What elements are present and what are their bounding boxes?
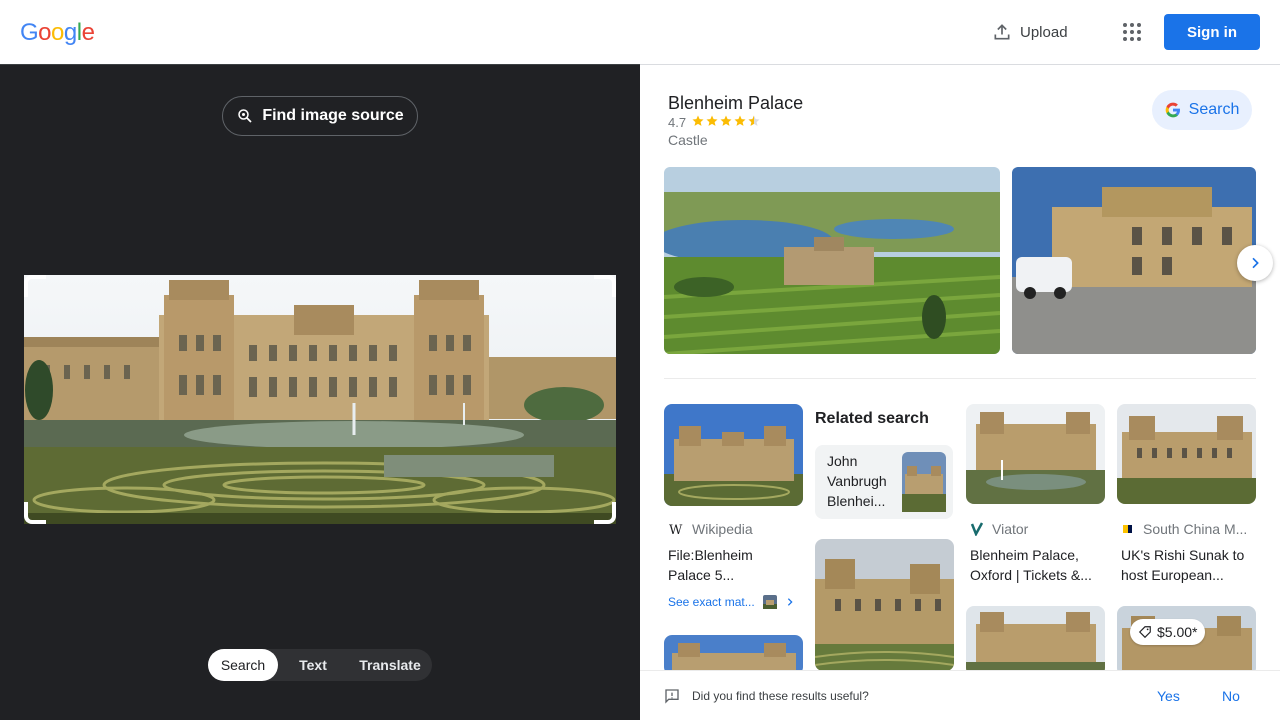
knowledge-panel-image[interactable] [664,167,1000,354]
knowledge-panel-image[interactable] [1012,167,1256,354]
crop-handle-bottom-left[interactable] [24,502,46,524]
logo-letter: g [63,19,77,46]
rating-value: 4.7 [668,115,687,130]
rating-stars [692,115,760,130]
result-source-name: South China M... [1143,521,1248,537]
logo-letter: o [38,19,52,46]
lens-search-icon [238,109,252,123]
price-badge: $5.00* [1130,619,1206,645]
upload-label: Upload [1020,23,1068,41]
knowledge-panel-search-label: Search [1188,101,1240,118]
logo-letter: G [20,19,39,46]
sign-in-button[interactable]: Sign in [1164,14,1260,50]
svg-text:W: W [669,523,683,537]
feedback-yes-button[interactable]: Yes [1157,688,1180,704]
header: G o o g l e Upload Sign in [0,0,1280,64]
feedback-no-button[interactable]: No [1222,688,1240,704]
crop-handle-top-right[interactable] [594,275,616,297]
result-source: Viator [970,521,1028,537]
see-exact-matches-link[interactable]: See exact mat... [668,595,795,609]
result-thumbnail[interactable] [664,635,803,675]
feedback-question-text: Did you find these results useful? [692,689,869,703]
result-source: South China M... [1121,521,1247,537]
knowledge-panel-search-button[interactable]: Search [1152,90,1252,130]
related-search-thumbnail [902,452,946,512]
knowledge-panel-type: Castle [668,132,708,148]
related-search-label: John Vanbrugh Blenhei... [827,453,887,509]
scmp-icon [1123,525,1132,533]
price-tag-icon [1138,626,1151,639]
result-source-name: Wikipedia [692,521,753,537]
feedback-question: Did you find these results useful? [664,688,869,704]
carousel-next-button[interactable] [1237,245,1273,281]
feedback-icon [665,689,679,704]
price-label: $5.00* [1157,624,1198,640]
wikipedia-icon: W [669,523,683,537]
result-title[interactable]: File:Blenheim Palace 5... [668,545,798,585]
crop-handle-top-left[interactable] [24,275,46,297]
tab-text[interactable]: Text [278,649,348,681]
result-thumbnail[interactable] [966,606,1105,676]
logo-letter: e [81,19,95,46]
result-thumbnail[interactable] [966,404,1105,504]
feedback-bar: Did you find these results useful? Yes N… [640,670,1280,720]
tab-search[interactable]: Search [208,649,278,681]
query-image[interactable] [24,275,616,524]
chevron-right-icon [787,598,793,606]
find-image-source-button[interactable]: Find image source [222,96,418,136]
result-thumbnail[interactable] [664,404,803,506]
see-exact-matches-label: See exact mat... [668,595,755,609]
result-source: W Wikipedia [668,521,753,537]
google-g-icon [1165,102,1180,118]
result-thumbnail[interactable] [815,539,954,671]
crop-handle-bottom-right[interactable] [594,502,616,524]
lens-mode-tabs: Search Text Translate [208,649,432,681]
upload-button[interactable]: Upload [992,20,1068,44]
knowledge-panel-rating: 4.7 [668,115,760,130]
exact-match-thumbnail [762,595,777,609]
google-logo[interactable]: G o o g l e [20,19,95,47]
results-panel: Blenheim Palace 4.7 Castle Search W Wiki… [640,64,1280,720]
viator-icon [970,522,984,536]
logo-letter: o [51,19,64,46]
result-source-name: Viator [992,521,1029,537]
chevron-right-icon [1252,257,1259,269]
tab-translate[interactable]: Translate [348,649,432,681]
result-title[interactable]: Blenheim Palace, Oxford | Tickets &... [970,545,1106,585]
upload-icon [994,24,1010,40]
apps-grid-icon[interactable] [1120,20,1144,44]
query-image-panel: Find image source Search Text Translate [0,64,640,720]
related-search-heading: Related search [815,410,929,427]
result-title[interactable]: UK's Rishi Sunak to host European... [1121,545,1257,585]
find-image-source-label: Find image source [262,107,404,124]
related-search-card[interactable]: John Vanbrugh Blenhei... [815,445,953,519]
knowledge-panel-title[interactable]: Blenheim Palace [668,93,803,114]
section-divider [664,378,1256,379]
result-thumbnail[interactable] [1117,404,1256,504]
